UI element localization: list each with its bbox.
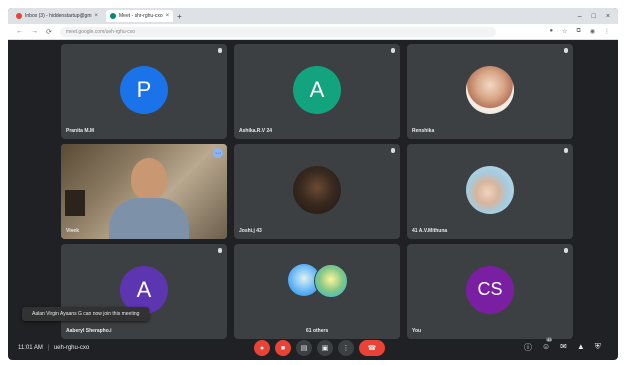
participant-name: Pranita M.M: [66, 128, 95, 134]
participant-tile[interactable]: A Ashika.R.V 24: [234, 44, 400, 139]
avatar-initial: P: [136, 76, 152, 102]
host-controls-icon[interactable]: ⛨: [595, 342, 601, 353]
avatar: CS: [466, 265, 514, 314]
meeting-details: 11:01 AM | ueh-rghu-cxo: [18, 345, 89, 351]
avatar-photo: [293, 165, 341, 214]
info-icon[interactable]: ⓘ: [524, 342, 532, 353]
participant-tile[interactable]: 41 A.V.Mithuna: [407, 144, 573, 239]
participant-tile[interactable]: A Aaberyl Sherapho.i: [61, 244, 227, 339]
forward-icon[interactable]: →: [31, 28, 38, 35]
close-tab-icon[interactable]: ×: [95, 13, 99, 19]
participant-tile[interactable]: P Pranita M.M: [61, 44, 227, 139]
gmail-favicon-icon: [16, 13, 22, 19]
toast-message: Aalan Virgin Ayaans G can now join this …: [32, 311, 140, 317]
reload-icon[interactable]: ⟳: [46, 28, 52, 36]
join-notification-toast: Aalan Virgin Ayaans G can now join this …: [22, 307, 150, 321]
maximize-icon[interactable]: □: [592, 13, 596, 20]
menu-icon[interactable]: ⋮: [604, 28, 610, 35]
mic-muted-icon: [391, 148, 395, 153]
separator: |: [47, 345, 50, 351]
participant-name: 41 A.V.Mithuna: [412, 228, 448, 234]
present-icon[interactable]: ▣: [317, 340, 333, 356]
minimize-icon[interactable]: –: [578, 13, 582, 20]
browser-tab-gmail[interactable]: Inbox (3) - hiddenstartup@gm ×: [12, 10, 102, 22]
speaker-head: [131, 158, 167, 200]
avatar: A: [293, 65, 341, 114]
participant-name: Renshika: [412, 128, 435, 134]
speaker-body: [109, 198, 189, 239]
meeting-code: ueh-rghu-cxo: [53, 345, 90, 351]
avatar-photo: [466, 65, 514, 114]
participant-tile-camera[interactable]: ⋯ Vivek: [61, 144, 227, 239]
participant-tile[interactable]: Renshika: [407, 44, 573, 139]
mic-muted-icon: [564, 148, 568, 153]
new-tab-button[interactable]: +: [177, 12, 182, 21]
end-call-icon[interactable]: ☎: [359, 340, 385, 356]
browser-actions: ● ☆ ⧉ ◉ ⋮: [549, 28, 610, 35]
participant-count-badge: 43: [546, 337, 553, 342]
participant-name: Vivek: [66, 228, 79, 234]
mic-muted-icon: [564, 48, 568, 53]
pin-icon[interactable]: ⋯: [213, 148, 223, 158]
mic-muted-icon: [218, 248, 222, 253]
profile-icon[interactable]: ◉: [590, 28, 595, 35]
meeting-time: 11:01 AM: [18, 345, 43, 351]
others-avatar-2: [314, 264, 348, 298]
meeting-controls-bar: 11:01 AM | ueh-rghu-cxo ● ■ ▤ ▣ ⋮ ☎ ⓘ ☺ 4…: [8, 337, 618, 360]
wall-shelf: [65, 190, 85, 216]
back-icon[interactable]: ←: [16, 28, 23, 35]
close-window-icon[interactable]: ×: [606, 13, 610, 20]
avatar: P: [120, 65, 168, 114]
participant-name: 61 others: [306, 328, 329, 334]
window-controls: – □ ×: [578, 13, 618, 20]
participant-name: Ashika.R.V 24: [239, 128, 273, 134]
mic-off-icon[interactable]: ●: [254, 340, 270, 356]
camera-feed: [61, 144, 227, 239]
browser-tab-meet[interactable]: Meet - shr-rghu-cxo ×: [106, 10, 174, 22]
participant-name: Aaberyl Sherapho.i: [66, 328, 112, 334]
meet-window: Inbox (3) - hiddenstartup@gm × Meet - sh…: [8, 8, 618, 360]
activities-icon[interactable]: ▲: [577, 342, 585, 353]
others-tile[interactable]: 61 others: [234, 244, 400, 339]
bookmark-star-icon[interactable]: ☆: [562, 28, 567, 35]
call-controls: ● ■ ▤ ▣ ⋮ ☎: [254, 340, 385, 356]
camera-permission-icon[interactable]: ●: [549, 28, 553, 35]
participant-name: Joshi.j 43: [239, 228, 262, 234]
more-icon[interactable]: ⋮: [338, 340, 354, 356]
browser-navbar: ← → ⟳ meet.google.com/ueh-rghu-cxo ● ☆ ⧉…: [8, 24, 618, 40]
meet-favicon-icon: [110, 13, 117, 19]
tab-title: Meet - shr-rghu-cxo: [119, 13, 163, 19]
participant-name: You: [412, 328, 422, 334]
camera-off-icon[interactable]: ■: [275, 340, 291, 356]
self-tile[interactable]: CS You: [407, 244, 573, 339]
participant-tile[interactable]: Joshi.j 43: [234, 144, 400, 239]
people-icon[interactable]: ☺ 43: [542, 337, 553, 353]
extensions-icon[interactable]: ⧉: [576, 28, 580, 35]
avatar-photo: [466, 165, 514, 214]
avatar-initial: A: [309, 76, 325, 102]
mic-muted-icon: [218, 48, 222, 53]
mic-muted-icon: [391, 48, 395, 53]
avatar-initial: A: [136, 276, 152, 302]
browser-tabbar: Inbox (3) - hiddenstartup@gm × Meet - sh…: [8, 8, 618, 24]
chat-icon[interactable]: ✉: [560, 342, 567, 353]
tab-title: Inbox (3) - hiddenstartup@gm: [25, 13, 92, 19]
close-tab-icon[interactable]: ×: [166, 13, 170, 19]
avatar-initial: CS: [477, 279, 503, 299]
mic-muted-icon: [564, 248, 568, 253]
address-bar[interactable]: meet.google.com/ueh-rghu-cxo: [59, 26, 496, 37]
address-url: meet.google.com/ueh-rghu-cxo: [65, 28, 136, 35]
captions-icon[interactable]: ▤: [296, 340, 312, 356]
side-controls: ⓘ ☺ 43 ✉ ▲ ⛨: [524, 337, 601, 353]
